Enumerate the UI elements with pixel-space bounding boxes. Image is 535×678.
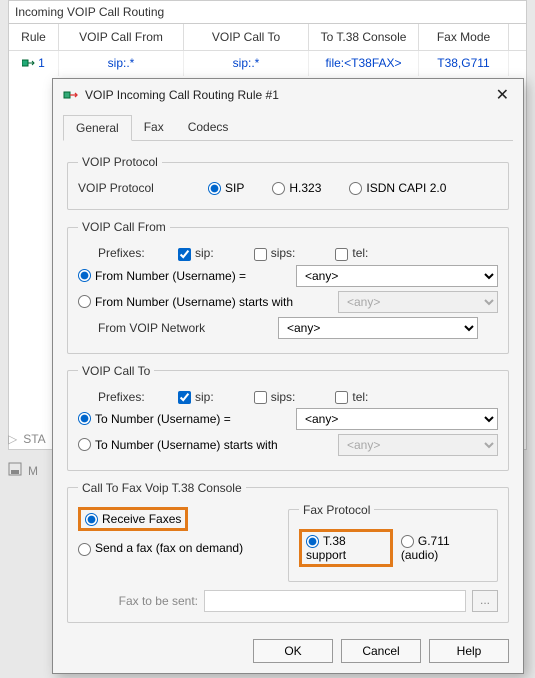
g711-radio[interactable]: G.711 (audio): [401, 534, 487, 562]
col-to[interactable]: VOIP Call To: [184, 24, 309, 50]
t38-highlight: T.38 support: [299, 529, 393, 567]
to-eq-radio[interactable]: To Number (Username) =: [78, 412, 296, 426]
call-to-group: VOIP Call To Prefixes: sip: sips: tel: T…: [67, 364, 509, 471]
cell-to: sip:.*: [184, 51, 309, 76]
receive-faxes-radio[interactable]: Receive Faxes: [85, 512, 181, 526]
tab-codecs[interactable]: Codecs: [176, 115, 241, 140]
col-mode[interactable]: Fax Mode: [419, 24, 509, 50]
cancel-button[interactable]: Cancel: [341, 639, 421, 663]
table-row[interactable]: 1 sip:.* sip:.* file:<T38FAX> T38,G711: [9, 51, 526, 76]
from-network-select[interactable]: <any>: [278, 317, 478, 339]
radio-h323[interactable]: H.323: [272, 181, 321, 195]
dialog-title: VOIP Incoming Call Routing Rule #1: [85, 88, 492, 102]
from-eq-radio[interactable]: From Number (Username) =: [78, 269, 296, 283]
from-prefixes-label: Prefixes:: [78, 246, 178, 260]
fax-legend: Call To Fax Voip T.38 Console: [78, 481, 246, 495]
dialog-icon: [63, 87, 79, 103]
fax-browse-button[interactable]: ...: [472, 590, 498, 612]
rule-dialog: VOIP Incoming Call Routing Rule #1 ✕ Gen…: [52, 78, 524, 674]
call-to-legend: VOIP Call To: [78, 364, 154, 378]
to-prefixes-label: Prefixes:: [78, 390, 178, 404]
cell-mode: T38,G711: [419, 51, 509, 76]
col-from[interactable]: VOIP Call From: [59, 24, 184, 50]
fax-group: Call To Fax Voip T.38 Console Receive Fa…: [67, 481, 509, 623]
from-network-label: From VOIP Network: [78, 321, 278, 335]
m-label: M: [28, 464, 38, 478]
call-from-group: VOIP Call From Prefixes: sip: sips: tel:…: [67, 220, 509, 353]
to-eq-select[interactable]: <any>: [296, 408, 498, 430]
col-console[interactable]: To T.38 Console: [309, 24, 419, 50]
call-from-legend: VOIP Call From: [78, 220, 170, 234]
from-eq-select[interactable]: <any>: [296, 265, 498, 287]
bg-toolbar: ▷ STA: [8, 432, 46, 446]
cell-rule: 1: [38, 56, 45, 70]
fax-protocol-group: Fax Protocol T.38 support G.711 (audio): [288, 503, 498, 582]
tab-general[interactable]: General: [63, 115, 132, 141]
cell-from: sip:.*: [59, 51, 184, 76]
from-chk-sips[interactable]: sips:: [254, 246, 296, 260]
fax-tobesent-label: Fax to be sent:: [78, 594, 198, 608]
start-label: STA: [23, 432, 45, 446]
cell-console: file:<T38FAX>: [309, 51, 419, 76]
voip-protocol-legend: VOIP Protocol: [78, 155, 162, 169]
to-chk-tel[interactable]: tel:: [335, 390, 368, 404]
dialog-titlebar[interactable]: VOIP Incoming Call Routing Rule #1 ✕: [53, 79, 523, 111]
from-chk-sip[interactable]: sip:: [178, 246, 214, 260]
fax-tobesent-input[interactable]: [204, 590, 466, 612]
tab-fax[interactable]: Fax: [132, 115, 176, 140]
from-chk-tel[interactable]: tel:: [335, 246, 368, 260]
radio-sip[interactable]: SIP: [208, 181, 244, 195]
t38-radio[interactable]: T.38 support: [306, 534, 386, 562]
fax-protocol-legend: Fax Protocol: [299, 503, 374, 517]
to-sw-radio[interactable]: To Number (Username) starts with: [78, 438, 338, 452]
receive-faxes-highlight: Receive Faxes: [78, 507, 188, 531]
col-rule[interactable]: Rule: [9, 24, 59, 50]
help-button[interactable]: Help: [429, 639, 509, 663]
radio-isdn[interactable]: ISDN CAPI 2.0: [349, 181, 446, 195]
window-title: Incoming VOIP Call Routing: [9, 1, 526, 24]
rule-icon: [22, 57, 36, 71]
voip-protocol-group: VOIP Protocol VOIP Protocol SIP H.323 IS…: [67, 155, 509, 210]
tabs: General Fax Codecs: [63, 115, 513, 141]
send-fax-radio[interactable]: Send a fax (fax on demand): [78, 541, 243, 555]
from-sw-select[interactable]: <any>: [338, 291, 498, 313]
save-icon: [8, 462, 22, 479]
to-chk-sip[interactable]: sip:: [178, 390, 214, 404]
close-button[interactable]: ✕: [492, 85, 513, 105]
from-sw-radio[interactable]: From Number (Username) starts with: [78, 295, 338, 309]
voip-protocol-label: VOIP Protocol: [78, 181, 208, 195]
grid-header: Rule VOIP Call From VOIP Call To To T.38…: [9, 24, 526, 51]
ok-button[interactable]: OK: [253, 639, 333, 663]
to-chk-sips[interactable]: sips:: [254, 390, 296, 404]
play-icon: ▷: [8, 432, 17, 446]
bg-toolbar2: M: [8, 462, 38, 479]
to-sw-select[interactable]: <any>: [338, 434, 498, 456]
